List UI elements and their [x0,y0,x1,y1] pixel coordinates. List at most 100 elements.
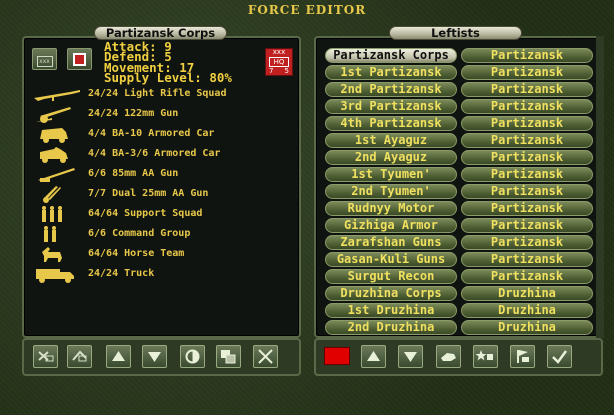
arrow-up-icon [112,351,125,361]
hand-icon [441,353,456,361]
formation-name-button[interactable]: 1st Druzhina [325,303,457,318]
unit-row[interactable]: 24/24 Light Rifle Squad [30,84,290,104]
formation-name-button[interactable]: Partizansk Corps [325,48,457,63]
copy-button[interactable] [216,345,241,368]
formation-row[interactable]: 3rd Partizansk Partizansk [325,99,595,115]
formation-name-button[interactable]: 1st Partizansk [325,65,457,80]
unit-row[interactable]: 24/24 122mm Gun [30,104,290,124]
checkmark-icon [552,350,568,364]
formation-name-button[interactable]: Gizhiga Armor [325,218,457,233]
add-unit-button[interactable] [67,345,92,368]
truck-icon [36,269,74,283]
formation-name-button[interactable]: Rudnyy Motor [325,201,457,216]
unit-row[interactable]: 6/6 85mm AA Gun [30,164,290,184]
unit-label: 7/7 Dual 25mm AA Gun [88,188,209,199]
formation-down-button[interactable] [398,345,423,368]
formation-force-button[interactable]: Druzhina [461,303,593,318]
unit-label: 64/64 Support Squad [88,208,203,219]
hq-unit-badge: xxx HQ 7 5 [265,48,293,76]
formation-force-button[interactable]: Druzhina [461,286,593,301]
force-color-swatch[interactable] [324,347,350,365]
formation-row[interactable]: 1st Partizansk Partizansk [325,65,595,81]
support-squad-icon [42,206,62,222]
unit-label: 24/24 Light Rifle Squad [88,88,227,99]
formation-force-button[interactable]: Partizansk [461,201,593,216]
formation-row[interactable]: Surgut Recon Partizansk [325,269,595,285]
toggle-button[interactable] [180,345,205,368]
formation-name-button[interactable]: 4th Partizansk [325,116,457,131]
unit-row[interactable]: 64/64 Horse Team [30,244,290,264]
confirm-button[interactable] [547,345,572,368]
unit-row[interactable]: 24/24 Truck [30,264,290,284]
formation-row[interactable]: Partizansk Corps Partizansk [325,48,595,64]
formation-row[interactable]: Rudnyy Motor Partizansk [325,201,595,217]
formation-row[interactable]: Gasan-Kuli Guns Partizansk [325,252,595,268]
formation-name-button[interactable]: 1st Ayaguz [325,133,457,148]
unit-color-button[interactable] [67,48,92,70]
formation-force-button[interactable]: Partizansk [461,269,593,284]
corps-symbol-icon: xxx [36,56,53,67]
hq-badge-right-num: 5 [284,67,289,75]
formation-force-button[interactable]: Partizansk [461,48,593,63]
formation-force-button[interactable]: Partizansk [461,82,593,97]
formation-name-button[interactable]: Gasan-Kuli Guns [325,252,457,267]
formation-force-button[interactable]: Partizansk [461,65,593,80]
scrollbar[interactable] [596,36,604,338]
unit-label: 6/6 85mm AA Gun [88,168,179,179]
formation-row[interactable]: Druzhina Corps Druzhina [325,286,595,302]
formation-name-button[interactable]: 2nd Druzhina [325,320,457,335]
formation-row[interactable]: Gizhiga Armor Partizansk [325,218,595,234]
formation-force-button[interactable]: Partizansk [461,218,593,233]
formation-force-button[interactable]: Partizansk [461,184,593,199]
formation-force-button[interactable]: Partizansk [461,133,593,148]
formation-name-button[interactable]: Surgut Recon [325,269,457,284]
flag-button[interactable] [510,345,535,368]
unit-label: 24/24 122mm Gun [88,108,179,119]
move-down-button[interactable] [142,345,167,368]
star-flag-icon [475,350,493,361]
transfer-button[interactable] [436,345,461,368]
half-circle-icon [185,349,200,364]
formation-name-button[interactable]: 2nd Partizansk [325,82,457,97]
formation-row[interactable]: Zarafshan Guns Partizansk [325,235,595,251]
formation-name-button[interactable]: Druzhina Corps [325,286,457,301]
formation-force-button[interactable]: Partizansk [461,167,593,182]
window-title: FORCE EDITOR [247,3,367,17]
formation-force-button[interactable]: Partizansk [461,150,593,165]
formation-force-button[interactable]: Partizansk [461,235,593,250]
arrow-up-icon [367,351,380,361]
formation-row[interactable]: 1st Tyumen' Partizansk [325,167,595,183]
formation-force-button[interactable]: Partizansk [461,252,593,267]
formation-force-button[interactable]: Partizansk [461,99,593,114]
corps-symbol-button[interactable]: xxx [32,48,57,70]
unit-row[interactable]: 4/4 BA-10 Armored Car [30,124,290,144]
formation-name-button[interactable]: 1st Tyumen' [325,167,457,182]
formation-force-button[interactable]: Partizansk [461,116,593,131]
formation-row[interactable]: 1st Ayaguz Partizansk [325,133,595,149]
formation-row[interactable]: 2nd Druzhina Druzhina [325,320,595,336]
move-up-button[interactable] [106,345,131,368]
formation-row[interactable]: 2nd Ayaguz Partizansk [325,150,595,166]
flag-icon [517,350,529,363]
close-icon [258,349,273,364]
remove-unit-button[interactable] [33,345,58,368]
unit-row[interactable]: 7/7 Dual 25mm AA Gun [30,184,290,204]
close-button[interactable] [253,345,278,368]
formation-force-button[interactable]: Druzhina [461,320,593,335]
unit-row[interactable]: 4/4 BA-3/6 Armored Car [30,144,290,164]
formation-row[interactable]: 4th Partizansk Partizansk [325,116,595,132]
formation-name-button[interactable]: 2nd Tyumen' [325,184,457,199]
formation-name-button[interactable]: Zarafshan Guns [325,235,457,250]
promote-button[interactable] [473,345,498,368]
remove-unit-icon [38,351,54,362]
unit-row[interactable]: 64/64 Support Squad [30,204,290,224]
formation-row[interactable]: 1st Druzhina Druzhina [325,303,595,319]
formation-row[interactable]: 2nd Tyumen' Partizansk [325,184,595,200]
formation-stats: Attack: 9 Defend: 5 Movement: 17 Supply … [104,40,232,84]
formation-name-button[interactable]: 3rd Partizansk [325,99,457,114]
unit-row[interactable]: 6/6 Command Group [30,224,290,244]
formation-up-button[interactable] [361,345,386,368]
formation-row[interactable]: 2nd Partizansk Partizansk [325,82,595,98]
formation-name-button[interactable]: 2nd Ayaguz [325,150,457,165]
hq-badge-left-num: 7 [269,67,274,75]
